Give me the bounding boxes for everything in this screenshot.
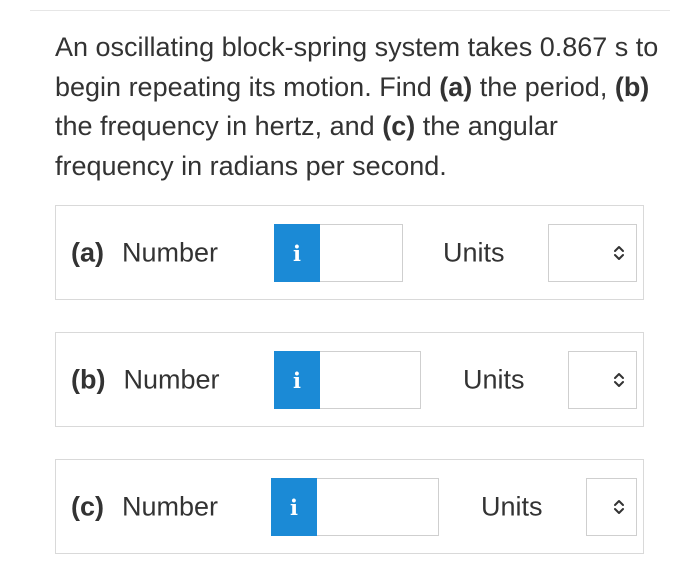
info-glyph: i (293, 367, 301, 393)
part-label-c: (c) Number (71, 491, 218, 522)
part-letter-a: (a) (71, 237, 104, 267)
question-text: An oscillating block-spring system takes… (55, 28, 670, 186)
info-icon[interactable]: i (274, 351, 320, 409)
part-letter-b: (b) (71, 364, 106, 394)
chevron-up-down-icon (614, 246, 624, 260)
number-input-group-a: i (274, 224, 403, 282)
units-select-a[interactable] (548, 224, 637, 282)
question-part-a-ref: (a) (439, 71, 473, 102)
units-select-b[interactable] (568, 351, 637, 409)
info-icon[interactable]: i (274, 224, 320, 282)
number-input-c[interactable] (317, 478, 439, 536)
number-label-b: Number (123, 364, 220, 394)
part-letter-c: (c) (71, 491, 104, 521)
number-label-a: Number (122, 237, 219, 267)
answer-row-b: (b) Number i Units (55, 332, 644, 427)
question-segment: the frequency in hertz, and (55, 111, 383, 141)
number-input-group-b: i (274, 351, 421, 409)
info-glyph: i (290, 494, 298, 520)
units-label-c: Units (481, 491, 543, 521)
question-segment: the period, (472, 71, 615, 102)
info-glyph: i (293, 240, 301, 266)
top-divider (30, 10, 670, 11)
units-select-c[interactable] (586, 478, 637, 536)
answer-row-a: (a) Number i Units (55, 205, 644, 300)
number-input-group-c: i (271, 478, 439, 536)
part-label-a: (a) Number (71, 237, 218, 268)
info-icon[interactable]: i (271, 478, 317, 536)
units-label-a: Units (443, 237, 505, 267)
number-label-c: Number (122, 491, 219, 521)
number-input-a[interactable] (320, 224, 403, 282)
chevron-up-down-icon (614, 500, 624, 514)
part-label-b: (b) Number (71, 364, 220, 395)
question-part-b-ref: (b) (614, 71, 650, 102)
answer-row-c: (c) Number i Units (55, 459, 644, 554)
number-input-b[interactable] (320, 351, 421, 409)
question-part-c-ref: (c) (382, 111, 416, 141)
chevron-up-down-icon (614, 373, 624, 387)
units-label-b: Units (463, 364, 525, 394)
